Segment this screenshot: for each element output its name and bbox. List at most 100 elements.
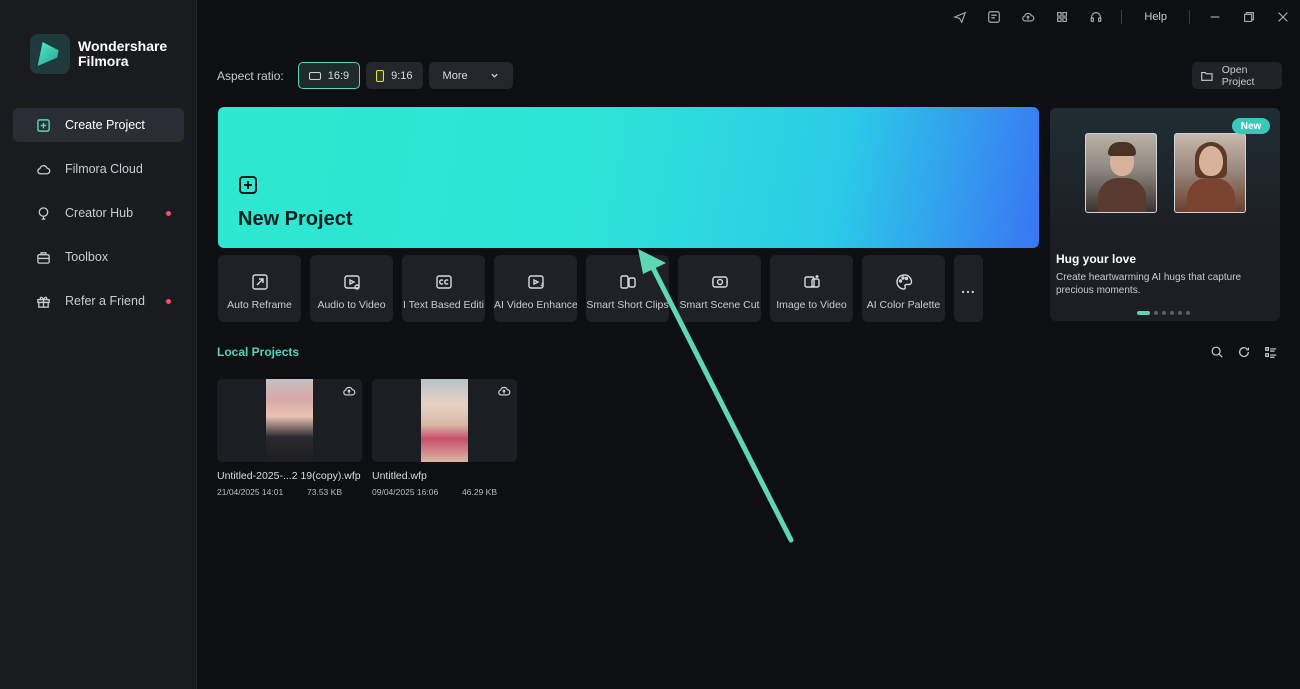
aspect-more-label: More <box>442 69 468 82</box>
tool-label: AI Video Enhance <box>494 299 577 311</box>
project-card[interactable]: Untitled.wfp 09/04/2025 16:06 46.29 KB <box>372 379 517 497</box>
project-thumbnail[interactable] <box>217 379 362 462</box>
chevron-down-icon <box>490 73 498 78</box>
more-dots-icon: ... <box>961 280 976 296</box>
aspect-ratio-bar: Aspect ratio: 16:9 9:16 More <box>217 62 519 89</box>
aspect-9-16-button[interactable]: 9:16 <box>366 62 423 89</box>
local-projects-actions <box>1209 344 1279 360</box>
close-icon[interactable] <box>1266 6 1300 28</box>
headset-icon[interactable] <box>1079 6 1113 28</box>
search-icon[interactable] <box>1209 344 1225 360</box>
cloud-icon <box>35 161 51 177</box>
project-card[interactable]: Untitled-2025-...2 19(copy).wfp 21/04/20… <box>217 379 362 497</box>
sidebar-item-label: Create Project <box>65 118 145 132</box>
tool-label: Image to Video <box>776 299 847 311</box>
logo-line-1: Wondershare <box>78 38 168 54</box>
help-button[interactable]: Help <box>1130 11 1181 23</box>
cloud-upload-icon[interactable] <box>342 384 356 398</box>
tool-label: Auto Reframe <box>227 299 292 311</box>
scene-cut-icon <box>711 276 728 288</box>
title-bar-divider <box>1189 10 1190 24</box>
open-project-label: Open Project <box>1221 63 1255 88</box>
new-badge: New <box>1232 118 1270 134</box>
sidebar-item-creator-hub[interactable]: Creator Hub <box>13 196 184 230</box>
aspect-option-label: 9:16 <box>391 69 413 82</box>
project-preview-image <box>421 379 468 462</box>
plus-square-icon <box>35 117 51 133</box>
carousel-dot[interactable] <box>1178 311 1182 315</box>
video-enhance-icon <box>527 275 544 289</box>
portrait-icon <box>376 69 385 82</box>
restore-icon[interactable] <box>1232 6 1266 28</box>
carousel-dot[interactable] <box>1137 311 1150 315</box>
auto-reframe-icon <box>251 274 268 290</box>
title-bar: Help <box>943 6 1300 28</box>
plus-square-icon <box>239 176 257 194</box>
apps-grid-icon[interactable] <box>1045 6 1079 28</box>
project-meta: 21/04/2025 14:01 73.53 KB <box>217 487 362 497</box>
sidebar-item-label: Toolbox <box>65 250 109 264</box>
tool-ai-video-enhance[interactable]: AI Video Enhance <box>494 255 577 322</box>
audio-to-video-icon <box>343 275 360 290</box>
promo-image-area: New <box>1050 108 1280 238</box>
tools-row: Auto Reframe Audio to Video I Text Based… <box>218 255 992 322</box>
sidebar-item-refer-a-friend[interactable]: Refer a Friend <box>13 284 184 318</box>
carousel-dot[interactable] <box>1186 311 1190 315</box>
cloud-upload-icon[interactable] <box>497 384 511 398</box>
tool-smart-scene-cut[interactable]: Smart Scene Cut <box>678 255 761 322</box>
promo-photo-man <box>1085 133 1157 213</box>
promo-banner[interactable]: New Hug your love Create heartwarming AI… <box>1050 108 1280 321</box>
logo-line-2: Filmora <box>78 53 129 69</box>
sidebar-item-label: Creator Hub <box>65 206 134 220</box>
toolbox-icon <box>35 249 51 265</box>
carousel-dot[interactable] <box>1154 311 1158 315</box>
tool-ai-color-palette[interactable]: AI Color Palette <box>862 255 945 322</box>
short-clips-icon <box>619 275 636 289</box>
sidebar-item-toolbox[interactable]: Toolbox <box>13 240 184 274</box>
sidebar-item-label: Refer a Friend <box>65 294 145 308</box>
tool-audio-to-video[interactable]: Audio to Video <box>310 255 393 322</box>
aspect-more-dropdown[interactable]: More <box>428 62 513 89</box>
image-to-video-icon <box>803 275 820 288</box>
logo-text: Wondershare Filmora <box>78 39 167 69</box>
tool-auto-reframe[interactable]: Auto Reframe <box>218 255 301 322</box>
project-meta: 09/04/2025 16:06 46.29 KB <box>372 487 517 497</box>
open-project-button[interactable]: Open Project <box>1192 62 1282 89</box>
folder-icon <box>1201 71 1213 81</box>
aspect-ratio-label: Aspect ratio: <box>217 68 284 83</box>
local-projects-title: Local Projects <box>217 345 300 359</box>
tool-text-based-editing[interactable]: I Text Based Editi <box>402 255 485 322</box>
landscape-icon <box>308 71 321 80</box>
cloud-upload-icon[interactable] <box>1011 6 1045 28</box>
tool-image-to-video[interactable]: Image to Video <box>770 255 853 322</box>
sidebar-item-filmora-cloud[interactable]: Filmora Cloud <box>13 152 184 186</box>
tool-smart-short-clips[interactable]: Smart Short Clips <box>586 255 669 322</box>
aspect-16-9-button[interactable]: 16:9 <box>297 62 361 89</box>
new-project-card[interactable]: New Project <box>218 107 1039 248</box>
carousel-dot[interactable] <box>1162 311 1166 315</box>
aspect-option-label: 16:9 <box>327 69 350 82</box>
sidebar: Wondershare Filmora Create Project Filmo… <box>0 0 197 689</box>
bulb-icon <box>35 205 51 221</box>
sidebar-item-create-project[interactable]: Create Project <box>13 108 184 142</box>
project-thumbnail[interactable] <box>372 379 517 462</box>
project-name: Untitled.wfp <box>372 470 427 482</box>
sidebar-nav: Create Project Filmora Cloud Creator Hub… <box>13 108 184 328</box>
notification-dot <box>166 211 171 216</box>
promo-title: Hug your love <box>1056 252 1137 266</box>
carousel-dots[interactable] <box>1137 311 1190 315</box>
send-icon[interactable] <box>943 6 977 28</box>
tool-label: Smart Short Clips <box>586 299 669 311</box>
minimize-icon[interactable] <box>1198 6 1232 28</box>
notification-list-icon[interactable] <box>977 6 1011 28</box>
carousel-dot[interactable] <box>1170 311 1174 315</box>
gift-icon <box>35 293 51 309</box>
list-view-icon[interactable] <box>1263 344 1279 360</box>
title-bar-divider <box>1121 10 1123 24</box>
project-date: 21/04/2025 14:01 <box>217 487 284 497</box>
refresh-icon[interactable] <box>1236 344 1252 360</box>
tools-more-button[interactable]: ... <box>954 255 983 322</box>
project-size: 73.53 KB <box>307 487 342 497</box>
tool-label: Smart Scene Cut <box>679 299 760 311</box>
notification-dot <box>166 299 171 304</box>
